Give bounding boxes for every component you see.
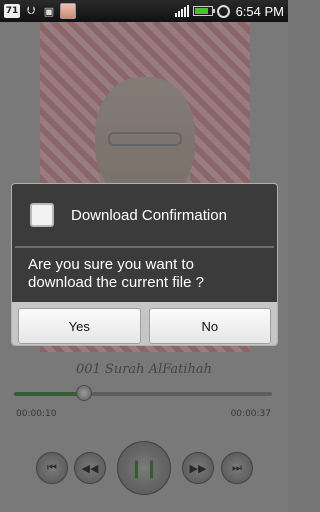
download-confirmation-dialog: Download Confirmation Are you sure you w… [11,183,278,346]
dialog-checkbox-icon [30,203,54,227]
dialog-header: Download Confirmation [12,184,277,246]
app-thumbnail-icon [60,3,76,19]
usb-icon: ⮋ [26,4,36,17]
signal-icon [174,5,189,17]
alarm-icon [216,4,230,18]
notification-badge: 71 [4,4,20,18]
no-button[interactable]: No [148,308,271,344]
dialog-message: Are you sure you want to download the cu… [28,256,204,291]
status-bar: 71 ⮋ ▣ 6:54 PM [0,0,288,22]
status-bar-notifications: 71 ⮋ ▣ [4,3,76,19]
status-bar-system: 6:54 PM [174,3,284,19]
battery-icon [192,6,215,16]
dialog-title: Download Confirmation [71,206,227,224]
clock: 6:54 PM [235,3,284,19]
image-icon: ▣ [43,4,55,18]
dialog-button-bar: Yes No [12,302,277,345]
yes-button[interactable]: Yes [18,308,141,344]
